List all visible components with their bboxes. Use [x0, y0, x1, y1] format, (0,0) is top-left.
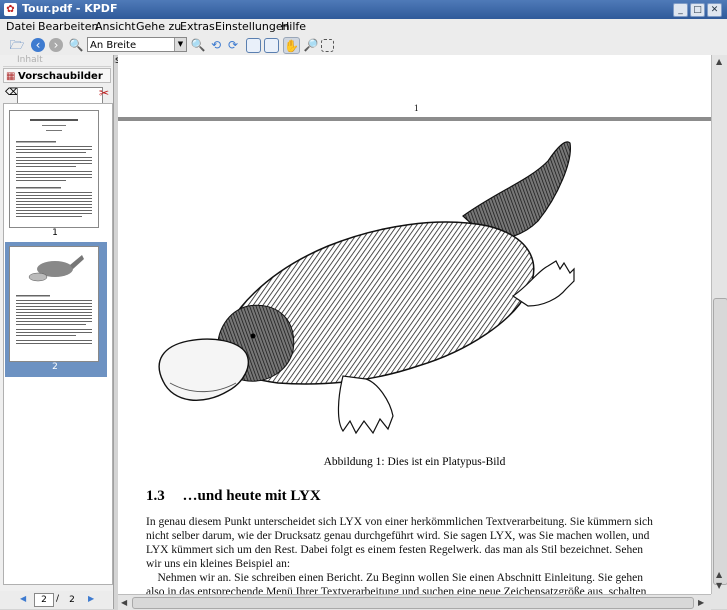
zoom-out-icon[interactable]: 🔍 — [68, 37, 84, 53]
window-title: Tour.pdf - KPDF — [22, 2, 118, 15]
paragraph-line-1: In genau diesem Punkt unterscheidet sich… — [146, 516, 653, 528]
page-2: Abbildung 1: Dies ist ein Platypus-Bild … — [118, 121, 711, 594]
thumbnail-page-2[interactable] — [9, 246, 99, 362]
zoom-tool-icon[interactable]: 🔎 — [303, 37, 319, 53]
clear-filter-icon[interactable]: ✂ — [99, 86, 109, 100]
thumbnail-page-1[interactable] — [9, 110, 99, 228]
menu-extras[interactable]: Extras — [180, 20, 215, 33]
section-number: 1.3 — [146, 488, 165, 504]
tab-thumbnails-label: Vorschaubilder — [18, 71, 103, 82]
scroll-up-icon[interactable]: ▲ — [716, 57, 722, 66]
sidebar: Inhalt ▦ Vorschaubilder ⌫ ✂ 1 2 ◀ 2 / 2 … — [0, 55, 114, 609]
scroll-down-icon[interactable]: ▼ — [716, 581, 722, 590]
page-1-number: 1 — [414, 103, 419, 113]
thumbnail-filter-input[interactable] — [17, 87, 103, 104]
menu-bar: Datei Bearbeiten Ansicht Gehe zu Extras … — [0, 19, 727, 35]
close-button[interactable]: ✕ — [707, 3, 722, 17]
tab-thumbnails[interactable]: ▦ Vorschaubilder — [3, 68, 111, 83]
open-file-icon[interactable]: 🗁 — [9, 37, 25, 53]
paragraph-line-2: nicht selber darum, wie der Drucksatz ge… — [146, 530, 650, 542]
prev-page-icon[interactable]: ◀ — [20, 594, 26, 603]
redo-rotate-icon[interactable]: ⟳ — [225, 37, 241, 53]
scroll-right-icon[interactable]: ▶ — [698, 598, 704, 607]
select-tool-icon[interactable] — [321, 39, 334, 52]
platypus-illustration — [158, 141, 575, 435]
page-1-bottom: 1 — [118, 55, 711, 117]
kpdf-app-icon[interactable]: ✿ — [4, 3, 17, 16]
section-heading: 1.3 …und heute mit LYX — [146, 488, 321, 505]
zoom-select[interactable]: An Breite anpassen ▼ — [87, 37, 187, 66]
paragraph-line-6: also in das entsprechende Menü Ihrer Tex… — [146, 586, 647, 594]
document-viewer[interactable]: 1 Abbildung 1: Dies ist ein Platypus-Bil… — [118, 55, 711, 594]
undo-rotate-icon[interactable]: ⟲ — [208, 37, 224, 53]
menu-bearbeiten[interactable]: Bearbeiten — [38, 20, 98, 33]
thumbnails-icon: ▦ — [6, 71, 16, 82]
thumbnail-label-2: 2 — [52, 362, 58, 372]
thumbnail-label-1: 1 — [52, 228, 58, 238]
tab-contents[interactable]: Inhalt — [3, 55, 111, 67]
menu-gehe-zu[interactable]: Gehe zu — [136, 20, 181, 33]
horizontal-scrollbar-thumb[interactable] — [132, 597, 694, 609]
vertical-scrollbar-thumb[interactable] — [713, 298, 727, 585]
browse-tool-icon[interactable]: ✋ — [283, 37, 300, 54]
current-page-input[interactable]: 2 — [34, 593, 54, 607]
maximize-button[interactable]: □ — [690, 3, 705, 17]
horizontal-scrollbar[interactable]: ◀ ▶ — [118, 594, 711, 610]
forward-icon[interactable]: › — [49, 38, 63, 52]
continuous-view-icon[interactable] — [264, 38, 279, 53]
single-page-view-icon[interactable] — [246, 38, 261, 53]
thumbnail-page-2-preview — [16, 255, 92, 344]
menu-hilfe[interactable]: Hilfe — [281, 20, 306, 33]
toolbar: 🗁 ‹ › 🔍 An Breite anpassen ▼ 🔍 ⟲ ⟳ ✋ 🔎 — [0, 35, 727, 66]
thumbnail-page-1-preview — [16, 119, 92, 217]
paragraph-line-5: Nehmen wir an. Sie schreiben einen Beric… — [146, 572, 643, 584]
figure-caption: Abbildung 1: Dies ist ein Platypus-Bild — [323, 456, 506, 468]
page-navigation: ◀ 2 / 2 ▶ — [0, 591, 112, 609]
paragraph-line-3: LYX kümmert sich um den Rest. Dabei folg… — [146, 544, 644, 556]
total-pages: 2 — [62, 593, 82, 607]
zoom-in-icon[interactable]: 🔍 — [190, 37, 206, 53]
thumbnail-list[interactable]: 1 2 — [3, 103, 113, 585]
vertical-scrollbar[interactable]: ▲ ▲ ▼ — [711, 55, 727, 594]
page-separator: / — [56, 594, 60, 604]
section-title: …und heute mit LYX — [182, 488, 321, 504]
paragraph-line-4: wir uns ein kleines Beispiel an: — [146, 558, 291, 570]
scroll-left-icon[interactable]: ◀ — [121, 598, 127, 607]
menu-einstellungen[interactable]: Einstellungen — [215, 20, 290, 33]
scroll-up-lower-icon[interactable]: ▲ — [716, 570, 722, 579]
chevron-down-icon[interactable]: ▼ — [174, 38, 186, 51]
menu-ansicht[interactable]: Ansicht — [95, 20, 136, 33]
menu-datei[interactable]: Datei — [6, 20, 35, 33]
back-icon[interactable]: ‹ — [31, 38, 45, 52]
minimize-button[interactable]: _ — [673, 3, 688, 17]
scroll-corner — [711, 594, 727, 609]
next-page-icon[interactable]: ▶ — [88, 594, 94, 603]
title-bar: ✿ Tour.pdf - KPDF _ □ ✕ — [0, 0, 727, 19]
